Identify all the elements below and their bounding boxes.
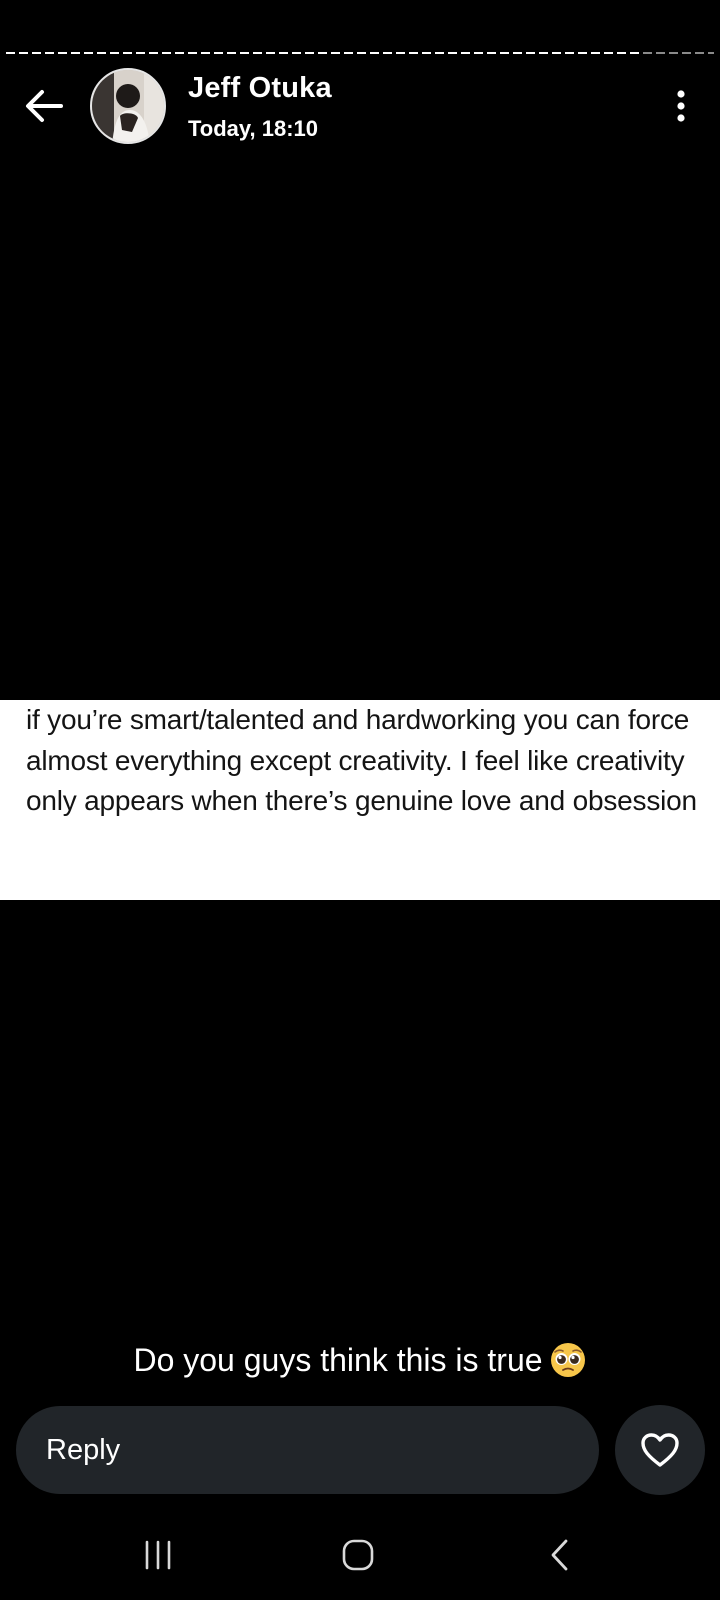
avatar[interactable] [90, 68, 166, 144]
recents-button[interactable] [128, 1530, 188, 1580]
story-progress-bar [6, 52, 714, 54]
like-button[interactable] [615, 1405, 705, 1495]
reply-input[interactable]: Reply [16, 1406, 599, 1494]
back-button[interactable] [22, 86, 66, 126]
post-timestamp: Today, 18:10 [188, 116, 319, 141]
caption-text: Do you guys think this is true [133, 1342, 543, 1378]
story-screen: Jeff Otuka Today, 18:10 if you’re smart/… [0, 0, 720, 1600]
nav-back-button[interactable] [530, 1530, 590, 1580]
reply-placeholder: Reply [46, 1434, 121, 1466]
profile-photo [92, 70, 164, 142]
more-vertical-icon [677, 90, 685, 122]
more-options-button[interactable] [668, 86, 694, 126]
story-header: Jeff Otuka Today, 18:10 [0, 68, 720, 144]
story-caption: Do you guys think this is true [0, 1338, 720, 1390]
progress-fill [6, 52, 644, 54]
recents-icon [145, 1540, 171, 1570]
home-button[interactable] [328, 1530, 388, 1580]
heart-icon [641, 1433, 679, 1467]
system-nav-bar [0, 1520, 720, 1590]
pleading-face-emoji [549, 1341, 587, 1390]
story-image: if you’re smart/talented and hardworking… [0, 700, 720, 900]
back-icon [551, 1539, 568, 1571]
post-text: if you’re smart/talented and hardworking… [26, 704, 697, 816]
arrow-left-icon [26, 90, 63, 122]
home-icon [342, 1539, 374, 1571]
author-name[interactable]: Jeff Otuka [188, 72, 332, 105]
